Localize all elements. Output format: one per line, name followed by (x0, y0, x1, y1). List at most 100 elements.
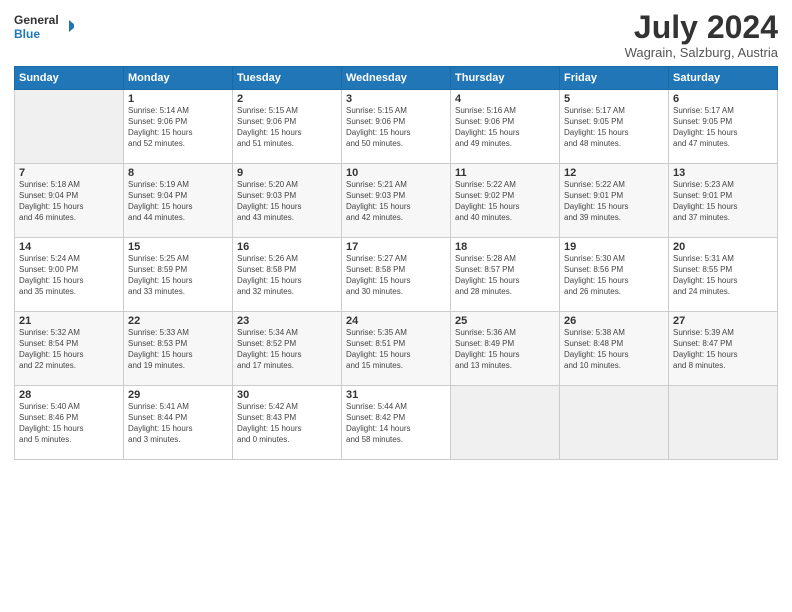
col-saturday: Saturday (669, 67, 778, 90)
cell-1-1: 8Sunrise: 5:19 AMSunset: 9:04 PMDaylight… (124, 164, 233, 238)
day-info: Sunrise: 5:19 AMSunset: 9:04 PMDaylight:… (128, 180, 228, 223)
cell-1-5: 12Sunrise: 5:22 AMSunset: 9:01 PMDayligh… (560, 164, 669, 238)
day-number: 15 (128, 241, 228, 253)
cell-3-1: 22Sunrise: 5:33 AMSunset: 8:53 PMDayligh… (124, 312, 233, 386)
col-monday: Monday (124, 67, 233, 90)
day-number: 20 (673, 241, 773, 253)
cell-0-2: 2Sunrise: 5:15 AMSunset: 9:06 PMDaylight… (233, 90, 342, 164)
cell-2-6: 20Sunrise: 5:31 AMSunset: 8:55 PMDayligh… (669, 238, 778, 312)
day-number: 31 (346, 389, 446, 401)
day-info: Sunrise: 5:15 AMSunset: 9:06 PMDaylight:… (346, 106, 446, 149)
cell-2-2: 16Sunrise: 5:26 AMSunset: 8:58 PMDayligh… (233, 238, 342, 312)
week-row-4: 21Sunrise: 5:32 AMSunset: 8:54 PMDayligh… (15, 312, 778, 386)
day-info: Sunrise: 5:39 AMSunset: 8:47 PMDaylight:… (673, 328, 773, 371)
day-info: Sunrise: 5:42 AMSunset: 8:43 PMDaylight:… (237, 402, 337, 445)
cell-3-2: 23Sunrise: 5:34 AMSunset: 8:52 PMDayligh… (233, 312, 342, 386)
day-number: 3 (346, 93, 446, 105)
cell-0-6: 6Sunrise: 5:17 AMSunset: 9:05 PMDaylight… (669, 90, 778, 164)
cell-2-5: 19Sunrise: 5:30 AMSunset: 8:56 PMDayligh… (560, 238, 669, 312)
day-info: Sunrise: 5:22 AMSunset: 9:01 PMDaylight:… (564, 180, 664, 223)
day-number: 1 (128, 93, 228, 105)
day-info: Sunrise: 5:15 AMSunset: 9:06 PMDaylight:… (237, 106, 337, 149)
cell-1-4: 11Sunrise: 5:22 AMSunset: 9:02 PMDayligh… (451, 164, 560, 238)
cell-4-1: 29Sunrise: 5:41 AMSunset: 8:44 PMDayligh… (124, 386, 233, 460)
day-info: Sunrise: 5:24 AMSunset: 9:00 PMDaylight:… (19, 254, 119, 297)
day-info: Sunrise: 5:34 AMSunset: 8:52 PMDaylight:… (237, 328, 337, 371)
day-number: 30 (237, 389, 337, 401)
day-info: Sunrise: 5:30 AMSunset: 8:56 PMDaylight:… (564, 254, 664, 297)
day-info: Sunrise: 5:28 AMSunset: 8:57 PMDaylight:… (455, 254, 555, 297)
day-info: Sunrise: 5:23 AMSunset: 9:01 PMDaylight:… (673, 180, 773, 223)
day-info: Sunrise: 5:44 AMSunset: 8:42 PMDaylight:… (346, 402, 446, 445)
day-info: Sunrise: 5:16 AMSunset: 9:06 PMDaylight:… (455, 106, 555, 149)
day-info: Sunrise: 5:17 AMSunset: 9:05 PMDaylight:… (564, 106, 664, 149)
day-number: 14 (19, 241, 119, 253)
day-number: 29 (128, 389, 228, 401)
day-number: 27 (673, 315, 773, 327)
day-info: Sunrise: 5:40 AMSunset: 8:46 PMDaylight:… (19, 402, 119, 445)
day-info: Sunrise: 5:33 AMSunset: 8:53 PMDaylight:… (128, 328, 228, 371)
day-number: 23 (237, 315, 337, 327)
cell-1-3: 10Sunrise: 5:21 AMSunset: 9:03 PMDayligh… (342, 164, 451, 238)
day-info: Sunrise: 5:21 AMSunset: 9:03 PMDaylight:… (346, 180, 446, 223)
day-number: 5 (564, 93, 664, 105)
day-number: 19 (564, 241, 664, 253)
cell-3-5: 26Sunrise: 5:38 AMSunset: 8:48 PMDayligh… (560, 312, 669, 386)
day-number: 18 (455, 241, 555, 253)
cell-2-0: 14Sunrise: 5:24 AMSunset: 9:00 PMDayligh… (15, 238, 124, 312)
logo-svg: General Blue (14, 10, 74, 42)
day-number: 16 (237, 241, 337, 253)
day-info: Sunrise: 5:22 AMSunset: 9:02 PMDaylight:… (455, 180, 555, 223)
day-number: 12 (564, 167, 664, 179)
day-info: Sunrise: 5:17 AMSunset: 9:05 PMDaylight:… (673, 106, 773, 149)
day-info: Sunrise: 5:32 AMSunset: 8:54 PMDaylight:… (19, 328, 119, 371)
day-number: 7 (19, 167, 119, 179)
cell-2-4: 18Sunrise: 5:28 AMSunset: 8:57 PMDayligh… (451, 238, 560, 312)
title-area: July 2024 Wagrain, Salzburg, Austria (625, 10, 778, 60)
week-row-3: 14Sunrise: 5:24 AMSunset: 9:00 PMDayligh… (15, 238, 778, 312)
day-number: 21 (19, 315, 119, 327)
day-number: 28 (19, 389, 119, 401)
cell-3-4: 25Sunrise: 5:36 AMSunset: 8:49 PMDayligh… (451, 312, 560, 386)
col-friday: Friday (560, 67, 669, 90)
day-number: 24 (346, 315, 446, 327)
day-number: 17 (346, 241, 446, 253)
cell-4-5 (560, 386, 669, 460)
col-sunday: Sunday (15, 67, 124, 90)
day-info: Sunrise: 5:41 AMSunset: 8:44 PMDaylight:… (128, 402, 228, 445)
day-info: Sunrise: 5:25 AMSunset: 8:59 PMDaylight:… (128, 254, 228, 297)
location: Wagrain, Salzburg, Austria (625, 45, 778, 60)
cell-0-0 (15, 90, 124, 164)
svg-text:General: General (14, 13, 59, 27)
col-wednesday: Wednesday (342, 67, 451, 90)
cell-4-4 (451, 386, 560, 460)
day-number: 25 (455, 315, 555, 327)
col-thursday: Thursday (451, 67, 560, 90)
cell-1-6: 13Sunrise: 5:23 AMSunset: 9:01 PMDayligh… (669, 164, 778, 238)
cell-0-3: 3Sunrise: 5:15 AMSunset: 9:06 PMDaylight… (342, 90, 451, 164)
cell-0-4: 4Sunrise: 5:16 AMSunset: 9:06 PMDaylight… (451, 90, 560, 164)
day-number: 22 (128, 315, 228, 327)
page: General Blue July 2024 Wagrain, Salzburg… (0, 0, 792, 612)
day-number: 2 (237, 93, 337, 105)
cell-4-0: 28Sunrise: 5:40 AMSunset: 8:46 PMDayligh… (15, 386, 124, 460)
calendar-table: Sunday Monday Tuesday Wednesday Thursday… (14, 66, 778, 460)
day-info: Sunrise: 5:26 AMSunset: 8:58 PMDaylight:… (237, 254, 337, 297)
cell-1-0: 7Sunrise: 5:18 AMSunset: 9:04 PMDaylight… (15, 164, 124, 238)
day-number: 13 (673, 167, 773, 179)
svg-text:Blue: Blue (14, 27, 40, 41)
cell-4-2: 30Sunrise: 5:42 AMSunset: 8:43 PMDayligh… (233, 386, 342, 460)
day-info: Sunrise: 5:14 AMSunset: 9:06 PMDaylight:… (128, 106, 228, 149)
day-info: Sunrise: 5:38 AMSunset: 8:48 PMDaylight:… (564, 328, 664, 371)
header: General Blue July 2024 Wagrain, Salzburg… (14, 10, 778, 60)
day-number: 4 (455, 93, 555, 105)
week-row-5: 28Sunrise: 5:40 AMSunset: 8:46 PMDayligh… (15, 386, 778, 460)
day-number: 11 (455, 167, 555, 179)
cell-0-1: 1Sunrise: 5:14 AMSunset: 9:06 PMDaylight… (124, 90, 233, 164)
cell-4-6 (669, 386, 778, 460)
header-row: Sunday Monday Tuesday Wednesday Thursday… (15, 67, 778, 90)
cell-1-2: 9Sunrise: 5:20 AMSunset: 9:03 PMDaylight… (233, 164, 342, 238)
day-info: Sunrise: 5:20 AMSunset: 9:03 PMDaylight:… (237, 180, 337, 223)
day-info: Sunrise: 5:18 AMSunset: 9:04 PMDaylight:… (19, 180, 119, 223)
week-row-1: 1Sunrise: 5:14 AMSunset: 9:06 PMDaylight… (15, 90, 778, 164)
